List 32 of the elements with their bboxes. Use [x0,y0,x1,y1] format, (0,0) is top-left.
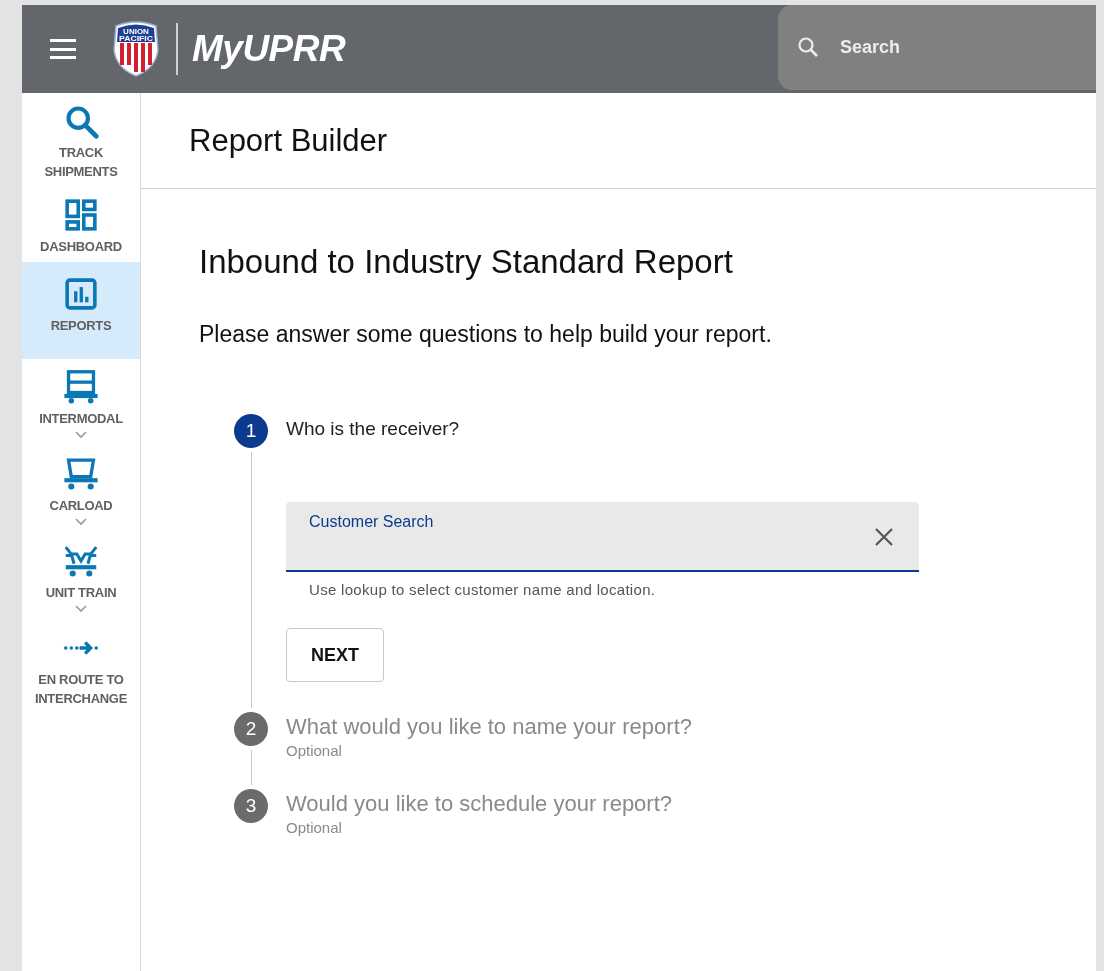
close-icon[interactable] [873,526,895,548]
step-subtitle: Optional [286,742,343,759]
intro-text: Please answer some questions to help build your report. [199,321,773,348]
step-number: 2 [234,712,268,746]
sidebar-item[interactable]: UNIT TRAIN [22,533,140,620]
container-car-icon [63,369,99,405]
step-title: What would you like to name your report? [286,714,693,740]
dashboard-icon [63,197,99,233]
step-number: 1 [234,414,268,448]
search-icon [796,35,820,59]
sidebar-item[interactable]: DASHBOARD [22,187,140,262]
step-title: Who is the receiver? [286,418,461,440]
sidebar-item[interactable]: EN ROUTE TO INTERCHANGE [22,620,140,714]
search-field[interactable]: Search [778,5,1096,90]
bar-chart-icon [63,276,99,312]
sidebar-item[interactable]: INTERMODAL [22,359,140,446]
customer-search-field[interactable]: Customer Search [286,502,919,572]
report-title: Inbound to Industry Standard Report [199,243,734,281]
next-button[interactable]: NEXT [286,628,384,682]
page-title: Report Builder [141,93,1096,189]
field-hint: Use lookup to select customer name and location. [309,581,657,598]
rail-car-icon [63,456,99,492]
shield-logo: UNION PACIFIC [110,20,162,78]
step-subtitle: Optional [286,819,343,836]
sidebar-item[interactable]: CARLOAD [22,446,140,533]
search-icon [63,103,99,139]
sidebar-item[interactable]: REPORTS [22,262,140,359]
sidebar-item[interactable]: TRACK SHIPMENTS [22,93,140,187]
menu-icon[interactable] [50,39,76,59]
brand-name: MyUPRR [192,28,346,70]
step-title: Would you like to schedule your report? [286,791,674,817]
step-number: 3 [234,789,268,823]
